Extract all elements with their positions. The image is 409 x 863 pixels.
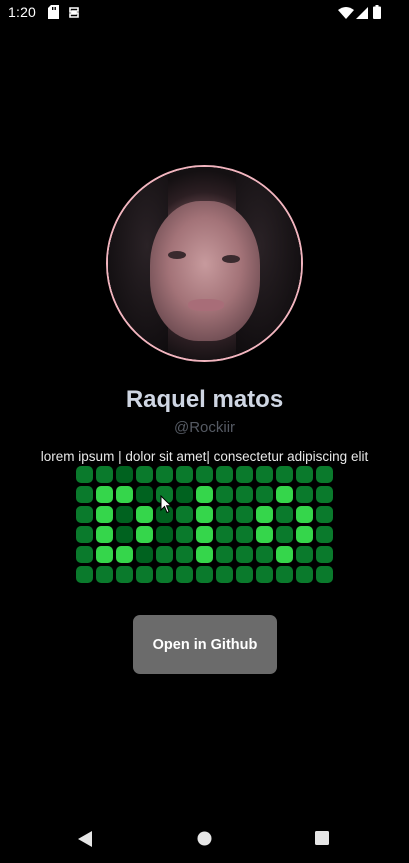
- contribution-cell: [316, 526, 333, 543]
- contribution-cell: [136, 466, 153, 483]
- contribution-cell: [216, 466, 233, 483]
- contribution-cell: [216, 486, 233, 503]
- contribution-cell: [196, 526, 213, 543]
- contribution-cell: [296, 506, 313, 523]
- status-bar: 1:20: [0, 0, 409, 24]
- contribution-cell: [216, 566, 233, 583]
- contribution-cell: [316, 466, 333, 483]
- contribution-cell: [136, 546, 153, 563]
- contribution-cell: [136, 486, 153, 503]
- contribution-cell: [256, 566, 273, 583]
- contribution-cell: [156, 526, 173, 543]
- contribution-cell: [136, 506, 153, 523]
- contribution-cell: [316, 546, 333, 563]
- contribution-cell: [76, 566, 93, 583]
- contribution-cell: [216, 546, 233, 563]
- contribution-cell: [256, 546, 273, 563]
- contribution-cell: [236, 506, 253, 523]
- contribution-cell: [96, 566, 113, 583]
- home-icon[interactable]: [197, 831, 212, 851]
- contribution-cell: [236, 546, 253, 563]
- contribution-cell: [116, 466, 133, 483]
- profile-name: Raquel matos: [125, 386, 284, 413]
- mouse-cursor-icon: [160, 494, 173, 520]
- contribution-cell: [236, 486, 253, 503]
- contribution-cell: [256, 506, 273, 523]
- contribution-cell: [176, 506, 193, 523]
- contribution-cell: [196, 546, 213, 563]
- contribution-cell: [96, 486, 113, 503]
- contribution-cell: [276, 466, 293, 483]
- contribution-cell: [256, 466, 273, 483]
- contribution-cell: [116, 506, 133, 523]
- contribution-cell: [176, 546, 193, 563]
- contribution-cell: [296, 486, 313, 503]
- contribution-cell: [176, 526, 193, 543]
- contribution-cell: [316, 486, 333, 503]
- contribution-cell: [276, 506, 293, 523]
- contribution-cell: [116, 566, 133, 583]
- contribution-cell: [236, 526, 253, 543]
- contribution-cell: [156, 546, 173, 563]
- contribution-cell: [276, 566, 293, 583]
- contribution-cell: [76, 526, 93, 543]
- contribution-cell: [176, 486, 193, 503]
- contribution-cell: [76, 506, 93, 523]
- contribution-cell: [256, 526, 273, 543]
- battery-icon: [373, 5, 381, 24]
- contribution-grid: [76, 466, 334, 584]
- contribution-cell: [136, 566, 153, 583]
- contribution-cell: [316, 506, 333, 523]
- contribution-cell: [96, 546, 113, 563]
- profile-bio: lorem ipsum | dolor sit amet| consectetu…: [40, 449, 369, 464]
- contribution-cell: [296, 526, 313, 543]
- contribution-cell: [96, 466, 113, 483]
- contribution-cell: [216, 506, 233, 523]
- contribution-cell: [276, 546, 293, 563]
- contribution-cell: [156, 566, 173, 583]
- contribution-cell: [256, 486, 273, 503]
- recents-icon[interactable]: [315, 831, 329, 850]
- wifi-icon: [338, 6, 354, 24]
- contribution-cell: [296, 546, 313, 563]
- contribution-cell: [76, 546, 93, 563]
- contribution-cell: [116, 486, 133, 503]
- contribution-cell: [96, 526, 113, 543]
- open-github-button[interactable]: Open in Github: [133, 615, 277, 674]
- contribution-cell: [196, 506, 213, 523]
- contribution-cell: [236, 566, 253, 583]
- contribution-cell: [136, 526, 153, 543]
- contribution-cell: [196, 566, 213, 583]
- contribution-cell: [276, 526, 293, 543]
- contribution-cell: [236, 466, 253, 483]
- sync-icon: [68, 5, 80, 24]
- contribution-cell: [96, 506, 113, 523]
- profile-avatar: [106, 165, 303, 362]
- contribution-cell: [76, 486, 93, 503]
- sd-card-icon: [48, 5, 59, 24]
- avatar-photo: [108, 167, 301, 360]
- contribution-cell: [196, 486, 213, 503]
- profile-handle: @Rockiir: [173, 419, 236, 436]
- contribution-cell: [316, 566, 333, 583]
- contribution-cell: [276, 486, 293, 503]
- contribution-cell: [196, 466, 213, 483]
- contribution-cell: [176, 466, 193, 483]
- contribution-cell: [116, 526, 133, 543]
- back-icon[interactable]: [78, 831, 92, 852]
- signal-icon: [356, 6, 368, 24]
- contribution-cell: [156, 466, 173, 483]
- contribution-cell: [296, 466, 313, 483]
- contribution-cell: [116, 546, 133, 563]
- contribution-cell: [296, 566, 313, 583]
- status-time: 1:20: [8, 4, 37, 20]
- contribution-cell: [216, 526, 233, 543]
- contribution-cell: [76, 466, 93, 483]
- contribution-cell: [176, 566, 193, 583]
